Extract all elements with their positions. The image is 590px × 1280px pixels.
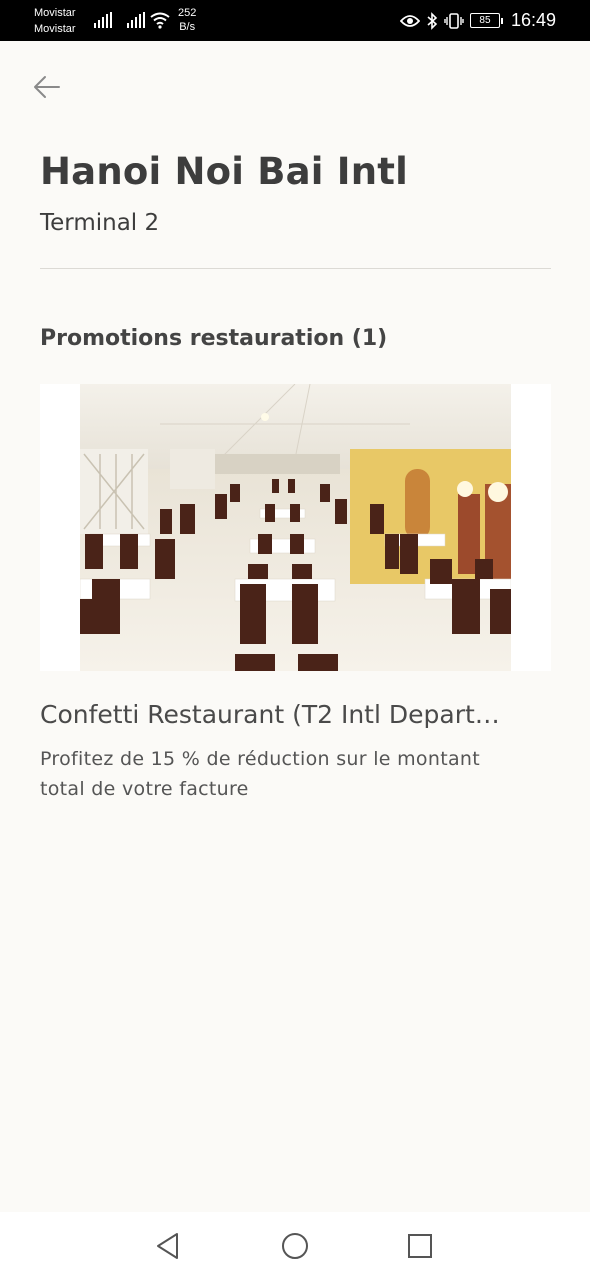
status-icons-right: 85 16:49 [399, 0, 556, 41]
battery-icon: 85 [469, 13, 503, 28]
app-screen: Movistar Movistar 252 B/s 85 16:49 Hanoi… [0, 0, 590, 1280]
bluetooth-icon [427, 11, 438, 30]
nav-home-button[interactable] [279, 1230, 311, 1262]
nav-back-button[interactable] [152, 1230, 184, 1262]
status-bar: Movistar Movistar 252 B/s 85 16:49 [0, 0, 590, 41]
restaurant-photo [80, 384, 511, 671]
battery-level: 85 [469, 13, 500, 28]
promotion-name: Confetti Restaurant (T2 Intl Depart… [40, 700, 500, 729]
carrier-labels: Movistar Movistar [34, 5, 76, 37]
signal-icon [94, 12, 112, 28]
net-speed-unit: B/s [179, 21, 196, 33]
system-navigation-bar [0, 1212, 590, 1280]
divider [40, 268, 551, 269]
promotion-card[interactable]: Confetti Restaurant (T2 Intl Depart… Pro… [40, 384, 551, 800]
arrow-left-icon [34, 76, 60, 98]
vibrate-icon [444, 12, 464, 29]
net-speed-value: 252 [178, 7, 197, 19]
promotion-description: Profitez de 15 % de réduction sur le mon… [40, 748, 480, 800]
home-circle-icon [282, 1233, 308, 1259]
recents-square-icon [408, 1234, 432, 1258]
section-heading: Promotions restauration (1) [40, 326, 388, 351]
net-speed: 252 B/s [178, 6, 196, 34]
carrier-2-label: Movistar [34, 23, 76, 35]
back-triangle-icon [157, 1233, 178, 1259]
nav-recents-button[interactable] [404, 1230, 436, 1262]
promotion-image-frame [40, 384, 551, 671]
page-title: Hanoi Noi Bai Intl [40, 150, 409, 193]
wifi-icon [150, 12, 170, 29]
clock: 16:49 [510, 10, 556, 30]
back-button[interactable] [30, 72, 64, 102]
signal-icon [127, 12, 145, 28]
eye-icon [399, 14, 420, 27]
terminal-subtitle: Terminal 2 [40, 210, 160, 236]
carrier-1-label: Movistar [34, 7, 76, 19]
